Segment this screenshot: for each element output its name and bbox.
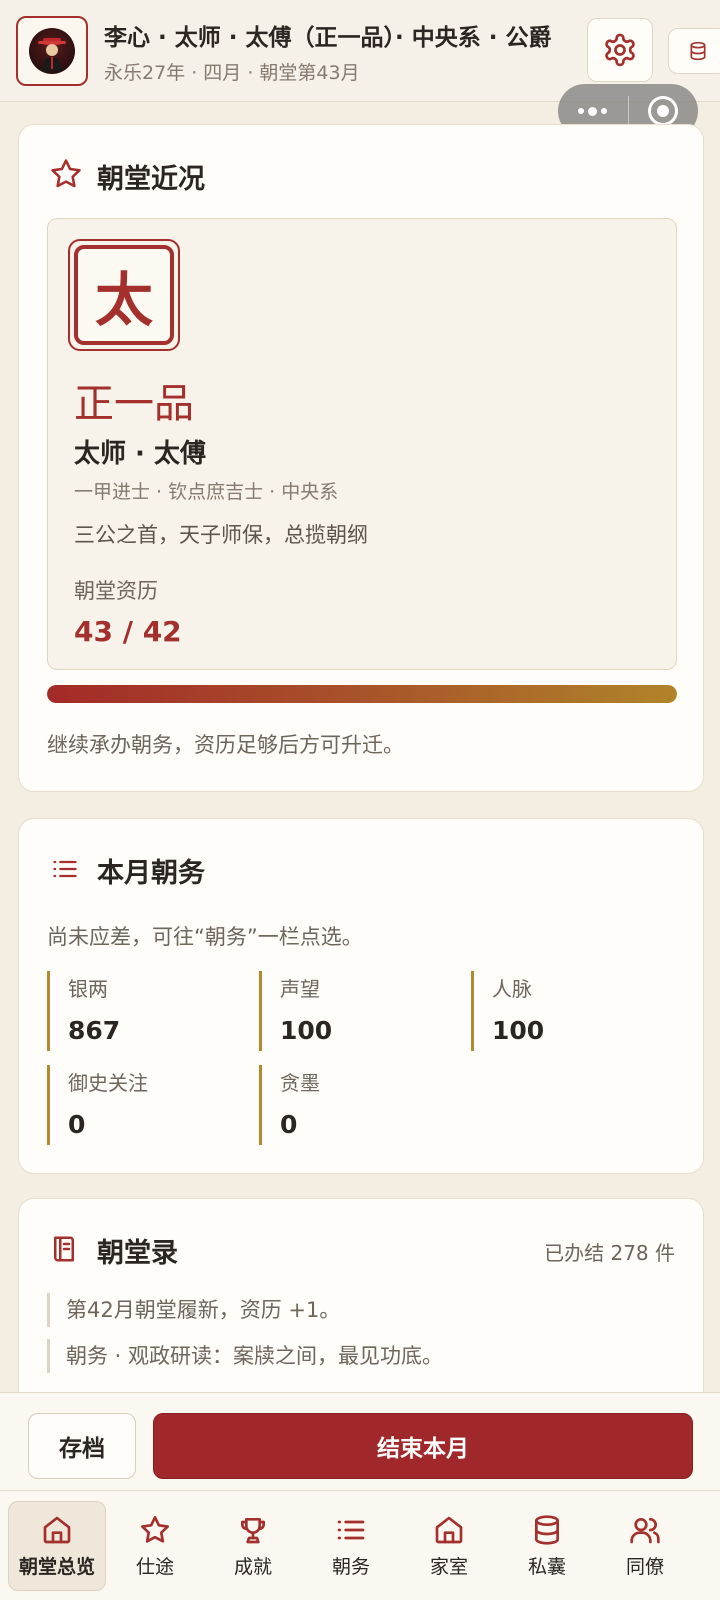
monthly-affairs-card: 本月朝务 尚未应差，可往“朝务”一栏点选。 银两 867 声望 100 人脉 1…: [18, 818, 704, 1174]
nav-label: 成就: [233, 1555, 272, 1578]
coins-icon: [535, 1514, 559, 1545]
record-count: 已办结 278 件: [544, 1241, 675, 1265]
end-month-button[interactable]: 结束本月: [153, 1413, 693, 1479]
avatar-portrait-icon: [29, 28, 75, 74]
progress-fill: [47, 685, 677, 703]
stat-label: 人脉: [492, 977, 532, 1001]
star-icon: [141, 1515, 169, 1543]
stat-label: 银两: [68, 977, 108, 1001]
qualification-label: 朝堂资历: [74, 579, 158, 603]
qualification-progress-bar: [47, 685, 677, 703]
stat-value: 100: [280, 1016, 333, 1045]
trophy-icon: [241, 1517, 265, 1543]
card-title: 朝堂录: [97, 1238, 178, 1269]
book-icon: [54, 1236, 74, 1262]
list-icon: [337, 1520, 365, 1539]
nav-label: 家室: [429, 1555, 468, 1578]
stat-censor-attention: 御史关注 0: [47, 1065, 247, 1145]
nav-colleagues[interactable]: 同僚: [596, 1501, 694, 1591]
rank-seal: 太: [68, 239, 180, 351]
save-button[interactable]: 存档: [28, 1413, 136, 1479]
stat-value: 0: [280, 1110, 298, 1139]
stat-value: 100: [492, 1016, 545, 1045]
log-entry: 朝务 · 观政研读：案牍之间，最见功底。: [47, 1339, 667, 1373]
stat-label: 贪墨: [280, 1071, 320, 1095]
avatar[interactable]: [16, 16, 88, 86]
top-header: 李心 · 太师 · 太傅（正一品）· 中央系 · 公爵 永乐27年 · 四月 ·…: [0, 0, 720, 138]
card-title: 朝堂近况: [97, 164, 205, 195]
office-title: 太师 · 太傅: [74, 439, 206, 469]
bottom-navigation: 朝堂总览 仕途 成就 朝务 家室 私囊 同僚: [0, 1490, 720, 1600]
action-bar: 存档 结束本月: [0, 1392, 720, 1490]
date-subtitle: 永乐27年 · 四月 · 朝堂第43月: [104, 62, 360, 84]
career-meta: 一甲进士 · 钦点庶吉士 · 中央系: [74, 481, 339, 503]
seal-character: 太: [74, 245, 174, 345]
nav-career[interactable]: 仕途: [106, 1501, 204, 1591]
gear-icon: [605, 33, 635, 67]
home-icon: [435, 1516, 463, 1543]
player-title: 李心 · 太师 · 太傅（正一品）· 中央系 · 公爵: [104, 25, 552, 51]
stat-silver: 银两 867: [47, 971, 247, 1051]
nav-overview[interactable]: 朝堂总览: [8, 1501, 106, 1591]
list-icon: [53, 860, 77, 878]
office-description: 三公之首，天子师保，总揽朝纲: [74, 523, 368, 547]
star-icon: [51, 159, 81, 188]
stat-connections: 人脉 100: [471, 971, 671, 1051]
nav-family[interactable]: 家室: [400, 1501, 498, 1591]
nav-affairs[interactable]: 朝务: [302, 1501, 400, 1591]
home-icon: [43, 1516, 71, 1543]
nav-label: 仕途: [135, 1555, 174, 1578]
nav-label: 私囊: [527, 1555, 566, 1578]
nav-achievements[interactable]: 成就: [204, 1501, 302, 1591]
stat-corruption: 贪墨 0: [259, 1065, 459, 1145]
stat-value: 0: [68, 1110, 86, 1139]
nav-label: 朝务: [331, 1555, 370, 1578]
promotion-note: 继续承办朝务，资历足够后方可升迁。: [47, 733, 404, 757]
nav-purse[interactable]: 私囊: [498, 1501, 596, 1591]
nav-label: 同僚: [625, 1555, 664, 1578]
rank-grade: 正一品: [74, 381, 194, 427]
coins-icon: [690, 41, 706, 61]
nav-label: 朝堂总览: [18, 1555, 95, 1578]
stat-label: 御史关注: [68, 1071, 148, 1095]
card-title: 本月朝务: [97, 858, 205, 889]
rank-panel: 太 正一品 太师 · 太傅 一甲进士 · 钦点庶吉士 · 中央系 三公之首，天子…: [47, 218, 677, 670]
stat-prestige: 声望 100: [259, 971, 459, 1051]
users-icon: [630, 1517, 660, 1543]
target-icon: [648, 96, 679, 126]
affairs-note: 尚未应差，可往“朝务”一栏点选。: [47, 925, 363, 949]
qualification-value: 43 / 42: [74, 615, 182, 648]
treasury-button[interactable]: [668, 28, 720, 74]
court-status-card: 朝堂近况 太 正一品 太师 · 太傅 一甲进士 · 钦点庶吉士 · 中央系 三公…: [18, 124, 704, 792]
more-dots-icon: [578, 106, 608, 116]
stat-value: 867: [68, 1016, 121, 1045]
stat-label: 声望: [280, 977, 320, 1001]
log-entry: 第42月朝堂履新，资历 +1。: [47, 1293, 667, 1327]
settings-button[interactable]: [587, 18, 653, 82]
